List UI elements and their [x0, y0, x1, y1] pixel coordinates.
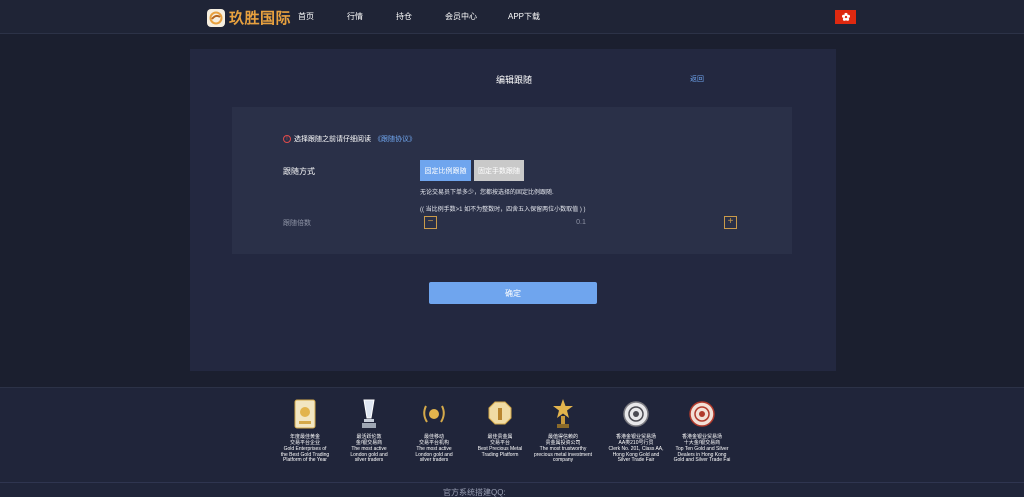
award-title: 香港金银业贸易场 十大金/银交易商 — [681, 434, 722, 446]
award-item: 最佳贵金属 交易平台 Best Precious Metal Trading P… — [465, 398, 535, 458]
follow-agreement-link[interactable]: 《跟随协议》 — [374, 134, 416, 144]
logo-text: 玖胜国际 — [229, 10, 292, 27]
award-item: 年度最佳黄金 交易平台企业 Gold Enterprises of the Be… — [270, 398, 340, 464]
award-description: Clerk No. 201, Class AA, Hong Kong Gold … — [608, 446, 664, 463]
follow-multiplier-label: 跟随倍数 — [283, 220, 311, 227]
notice-text: 选择跟随之前请仔细阅读 — [294, 136, 371, 143]
award-description: The most trustworthy precious metal inve… — [533, 446, 593, 463]
nav-home[interactable]: 首页 — [298, 11, 314, 22]
official-qq-text: 官方系统搭建QQ: — [443, 488, 506, 497]
award-description: Best Precious Metal Trading Platform — [477, 446, 523, 458]
award-description: The most active London gold and silver t… — [415, 446, 453, 463]
top-navigation-bar: 玖胜国际 首页 行情 持仓 会员中心 APP下载 — [0, 0, 1024, 34]
award-item: 最佳移动 交易平台机构 The most active London gold … — [399, 398, 469, 464]
award-title: 最活跃伦敦 金/银交易商 — [355, 434, 383, 446]
warning-icon: ! — [283, 135, 291, 143]
award-item: 香港金银业贸易场 AA类210号行员 Clerk No. 201, Class … — [601, 398, 671, 464]
back-link[interactable]: 返回 — [690, 74, 704, 84]
star-trophy-icon — [548, 398, 578, 430]
nav-positions[interactable]: 持仓 — [396, 11, 412, 22]
gold-octagon-award-icon — [485, 398, 515, 430]
follow-method-label: 跟随方式 — [283, 167, 315, 176]
hong-kong-flag-icon[interactable] — [835, 10, 856, 24]
nav-market[interactable]: 行情 — [347, 11, 363, 22]
award-title: 年度最佳黄金 交易平台企业 — [289, 434, 320, 446]
award-description: The most active London gold and silver t… — [350, 446, 388, 463]
nav-member-center[interactable]: 会员中心 — [445, 11, 477, 22]
decrease-button[interactable]: − — [424, 216, 437, 229]
award-item: 最值得信赖的 贵金属投资公司 The most trustworthy prec… — [528, 398, 598, 464]
trade-fair-seal-icon — [621, 398, 651, 430]
tab-fixed-ratio[interactable]: 固定比例跟随 — [420, 160, 471, 181]
nav-app-download[interactable]: APP下载 — [508, 11, 540, 22]
gold-plaque-icon — [290, 398, 320, 430]
logo-icon — [207, 8, 225, 27]
award-title: 最值得信赖的 贵金属投资公司 — [545, 434, 581, 446]
confirm-button[interactable]: 确定 — [429, 282, 597, 304]
tab-fixed-lots[interactable]: 固定手数跟随 — [474, 160, 524, 181]
multiplier-input[interactable] — [440, 216, 722, 229]
ratio-hint: 无论交易员下单多少，您都按选择的固定比例跟随. — [420, 190, 554, 196]
award-description: Top Ten Gold and Silver Dealers in Hong … — [673, 446, 731, 463]
laurel-wreath-icon — [419, 398, 449, 430]
award-description: Gold Enterprises of the Best Gold Tradin… — [280, 446, 330, 463]
agreement-notice: ! 选择跟随之前请仔细阅读 《跟随协议》 — [283, 134, 416, 144]
footer-divider — [0, 482, 1024, 483]
logo[interactable]: 玖胜国际 — [207, 7, 291, 28]
crystal-trophy-icon — [354, 398, 384, 430]
award-item: 香港金银业贸易场 十大金/银交易商 Top Ten Gold and Silve… — [667, 398, 737, 464]
increase-button[interactable]: + — [724, 216, 737, 229]
award-title: 最佳移动 交易平台机构 — [418, 434, 449, 446]
award-item: 最活跃伦敦 金/银交易商 The most active London gold… — [334, 398, 404, 464]
rounding-hint: (( 当比例手数>1 如不为整数时，四舍五入保留两位小数取值 ) ) — [420, 207, 586, 213]
top-ten-seal-icon — [687, 398, 717, 430]
award-title: 香港金银业贸易场 AA类210号行员 — [615, 434, 656, 446]
award-title: 最佳贵金属 交易平台 — [487, 434, 513, 446]
page-title: 编辑跟随 — [496, 75, 533, 85]
